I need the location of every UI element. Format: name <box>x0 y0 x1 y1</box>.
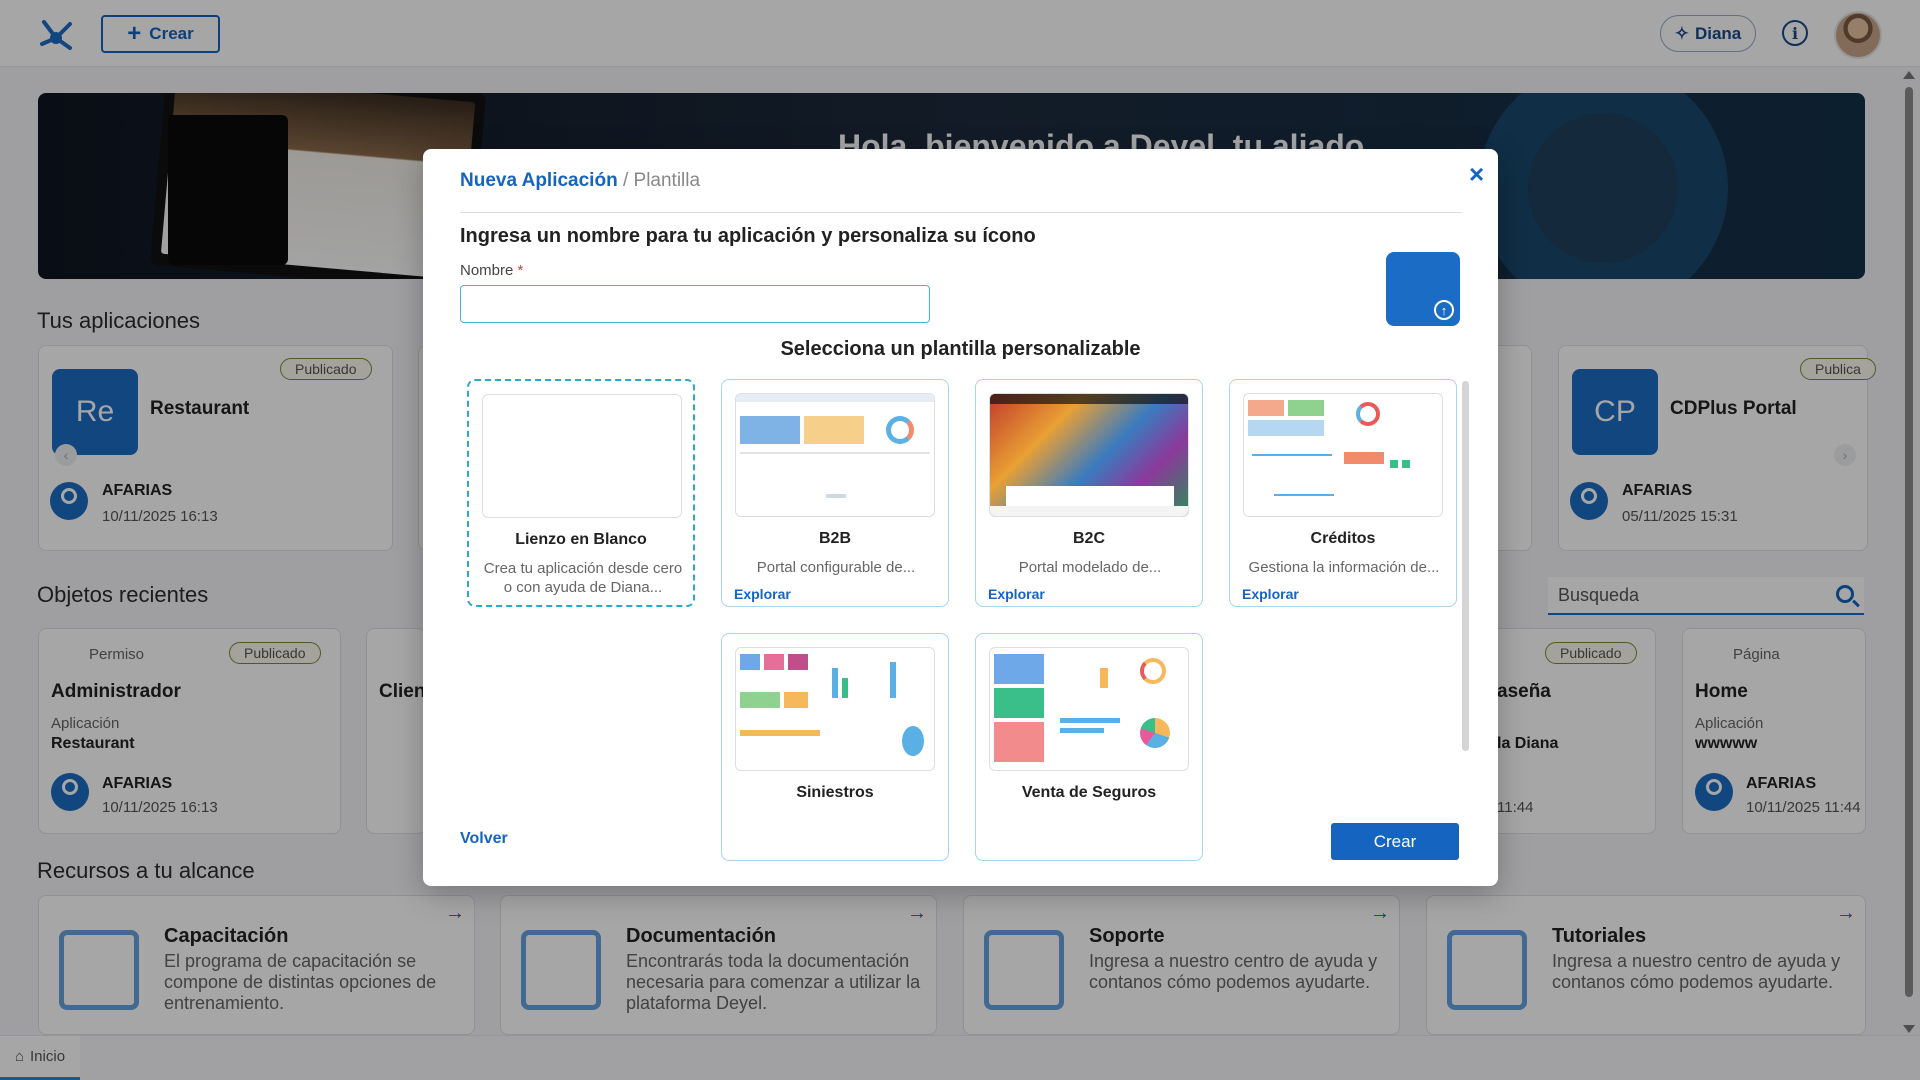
template-description: Portal configurable de... <box>756 559 916 576</box>
app-name-field[interactable] <box>460 285 930 323</box>
template-name: B2C <box>1072 530 1105 547</box>
template-thumbnail <box>482 394 682 518</box>
templates-grid: Lienzo en Blanco Crea tu aplicación desd… <box>467 379 1467 954</box>
template-thumbnail <box>735 393 935 517</box>
breadcrumb: Nueva Aplicación / Plantilla <box>460 170 700 192</box>
template-name: Lienzo en Blanco <box>515 531 647 548</box>
template-description: Gestiona la información de... <box>1248 559 1440 576</box>
breadcrumb-main[interactable]: Nueva Aplicación <box>460 170 618 191</box>
back-button[interactable]: Volver <box>460 830 508 848</box>
template-thumbnail <box>1243 393 1443 517</box>
create-app-button[interactable]: Crear <box>1331 823 1459 860</box>
required-mark: * <box>517 262 524 279</box>
template-name: Siniestros <box>796 784 874 801</box>
breadcrumb-current: Plantilla <box>633 170 701 191</box>
template-thumbnail <box>735 647 935 771</box>
name-label: Nombre * <box>460 262 523 279</box>
explore-link[interactable]: Explorar <box>988 586 1045 602</box>
modal-subtitle: Ingresa un nombre para tu aplicación y p… <box>460 225 1036 247</box>
name-label-text: Nombre <box>460 262 514 279</box>
template-card-blank[interactable]: Lienzo en Blanco Crea tu aplicación desd… <box>467 379 695 607</box>
template-card-siniestros[interactable]: Siniestros <box>721 633 949 861</box>
templates-heading: Selecciona un plantilla personalizable <box>780 338 1141 360</box>
template-card-venta-seguros[interactable]: Venta de Seguros <box>975 633 1203 861</box>
template-card-b2c[interactable]: B2C Portal modelado de... Explorar <box>975 379 1203 607</box>
template-name: B2B <box>818 530 851 547</box>
templates-scrollbar[interactable] <box>1462 381 1469 751</box>
template-description: Crea tu aplicación desde cero o con ayud… <box>483 560 683 596</box>
app-icon-picker[interactable]: ↑ <box>1386 252 1460 326</box>
template-name: Créditos <box>1310 530 1376 547</box>
explore-link[interactable]: Explorar <box>734 586 791 602</box>
explore-link[interactable]: Explorar <box>1242 586 1299 602</box>
template-thumbnail <box>989 393 1189 517</box>
breadcrumb-separator: / <box>622 170 629 191</box>
upload-icon[interactable]: ↑ <box>1434 300 1454 320</box>
template-thumbnail <box>989 647 1189 771</box>
template-card-b2b[interactable]: B2B Portal configurable de... Explorar <box>721 379 949 607</box>
close-icon[interactable]: × <box>1469 159 1484 190</box>
template-card-creditos[interactable]: Créditos Gestiona la información de... E… <box>1229 379 1457 607</box>
new-app-modal: × Nueva Aplicación / Plantilla Ingresa u… <box>423 149 1498 886</box>
template-description: Portal modelado de... <box>1018 559 1162 576</box>
template-name: Venta de Seguros <box>1021 784 1157 801</box>
divider <box>460 212 1462 213</box>
